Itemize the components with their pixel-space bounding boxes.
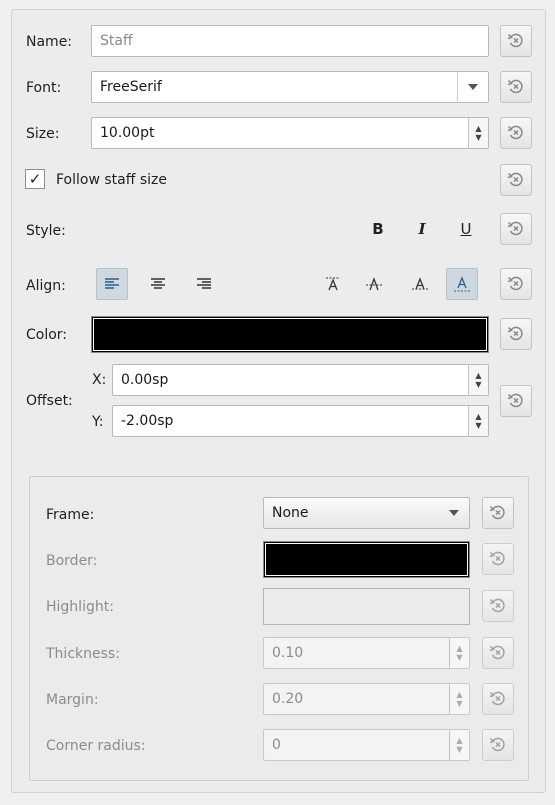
color-reset-button[interactable] (500, 318, 532, 350)
reset-icon (489, 598, 505, 613)
font-reset-button[interactable] (500, 71, 532, 103)
reset-icon (507, 33, 523, 48)
offset-reset-button[interactable] (500, 385, 532, 417)
valign-top-button[interactable] (317, 268, 349, 300)
chevron-down-icon (457, 72, 488, 102)
spin-arrows-icon[interactable]: ▲ ▼ (468, 118, 488, 148)
reset-icon (489, 551, 505, 566)
spin-arrows-icon[interactable]: ▲ ▼ (468, 406, 488, 436)
frame-label: Frame: (46, 507, 95, 523)
underline-icon: U (460, 220, 472, 238)
margin-label: Margin: (46, 692, 99, 708)
size-value: 10.00pt (100, 125, 155, 141)
font-label: Font: (26, 80, 62, 96)
align-label: Align: (26, 278, 66, 294)
follow-staff-size-reset-button[interactable] (500, 164, 532, 196)
style-label: Style: (26, 223, 66, 239)
checkmark-icon: ✓ (28, 170, 42, 188)
align-right-icon (197, 278, 211, 289)
italic-icon: I (418, 220, 426, 238)
thickness-reset-button[interactable] (482, 637, 514, 669)
spin-arrows-icon[interactable]: ▲ ▼ (449, 730, 469, 760)
font-value: FreeSerif (100, 79, 162, 95)
reset-icon (507, 172, 523, 187)
spin-arrows-icon[interactable]: ▲ ▼ (468, 365, 488, 395)
align-baseline-icon (412, 277, 428, 290)
offset-y-spinbox[interactable]: -2.00sp ▲ ▼ (112, 405, 489, 437)
underline-button[interactable]: U (450, 213, 482, 245)
frame-reset-button[interactable] (482, 497, 514, 529)
valign-baseline-button[interactable] (404, 268, 436, 300)
align-bottom-icon (454, 276, 470, 292)
italic-button[interactable]: I (406, 213, 438, 245)
reset-icon (507, 125, 523, 140)
offset-x-label: X: (92, 372, 107, 388)
offset-y-label: Y: (92, 414, 104, 430)
name-value: Staff (100, 33, 133, 49)
highlight-label: Highlight: (46, 599, 114, 615)
offset-label: Offset: (26, 393, 73, 409)
color-label: Color: (26, 327, 68, 343)
bold-button[interactable]: B (362, 213, 394, 245)
thickness-spinbox[interactable]: 0.10 ▲ ▼ (263, 637, 470, 669)
offset-x-spinbox[interactable]: 0.00sp ▲ ▼ (112, 364, 489, 396)
spin-arrows-icon[interactable]: ▲ ▼ (449, 638, 469, 668)
border-color-picker[interactable] (263, 541, 470, 578)
name-reset-button[interactable] (500, 25, 532, 57)
reset-icon (507, 221, 523, 236)
highlight-color-picker[interactable] (263, 588, 470, 625)
size-spinbox[interactable]: 10.00pt ▲ ▼ (91, 117, 489, 149)
align-top-icon (326, 277, 340, 291)
spin-arrows-icon[interactable]: ▲ ▼ (449, 684, 469, 714)
reset-icon (489, 691, 505, 706)
offset-x-value: 0.00sp (121, 372, 169, 388)
corner-radius-spinbox[interactable]: 0 ▲ ▼ (263, 729, 470, 761)
color-picker[interactable] (91, 316, 489, 353)
align-left-icon (105, 278, 119, 289)
style-reset-button[interactable] (500, 213, 532, 245)
bold-icon: B (372, 220, 384, 238)
follow-staff-size-checkbox[interactable]: ✓ (25, 169, 45, 189)
size-reset-button[interactable] (500, 117, 532, 149)
valign-bottom-button[interactable] (446, 268, 478, 300)
border-reset-button[interactable] (482, 543, 514, 575)
reset-icon (507, 326, 523, 341)
corner-radius-reset-button[interactable] (482, 729, 514, 761)
offset-y-value: -2.00sp (121, 413, 174, 429)
font-dropdown[interactable]: FreeSerif (91, 71, 489, 103)
align-center-button[interactable] (142, 268, 174, 300)
align-reset-button[interactable] (500, 268, 532, 300)
reset-icon (489, 505, 505, 520)
align-left-button[interactable] (96, 268, 128, 300)
reset-icon (507, 393, 523, 408)
reset-icon (507, 79, 523, 94)
chevron-down-icon (439, 498, 469, 528)
size-label: Size: (26, 126, 60, 142)
reset-icon (489, 645, 505, 660)
corner-radius-label: Corner radius: (46, 738, 146, 754)
thickness-label: Thickness: (46, 646, 120, 662)
follow-staff-size-label[interactable]: Follow staff size (56, 171, 167, 189)
align-center-icon (151, 278, 165, 289)
reset-icon (507, 276, 523, 291)
name-field[interactable]: Staff (91, 25, 489, 57)
reset-icon (489, 737, 505, 752)
border-label: Border: (46, 553, 98, 569)
margin-value: 0.20 (272, 691, 304, 707)
align-vcenter-icon (366, 277, 382, 291)
thickness-value: 0.10 (272, 645, 304, 661)
frame-value: None (272, 505, 309, 521)
name-label: Name: (26, 34, 73, 50)
margin-reset-button[interactable] (482, 683, 514, 715)
margin-spinbox[interactable]: 0.20 ▲ ▼ (263, 683, 470, 715)
corner-radius-value: 0 (272, 737, 281, 753)
valign-center-button[interactable] (358, 268, 390, 300)
align-right-button[interactable] (188, 268, 220, 300)
frame-dropdown[interactable]: None (263, 497, 470, 529)
highlight-reset-button[interactable] (482, 590, 514, 622)
